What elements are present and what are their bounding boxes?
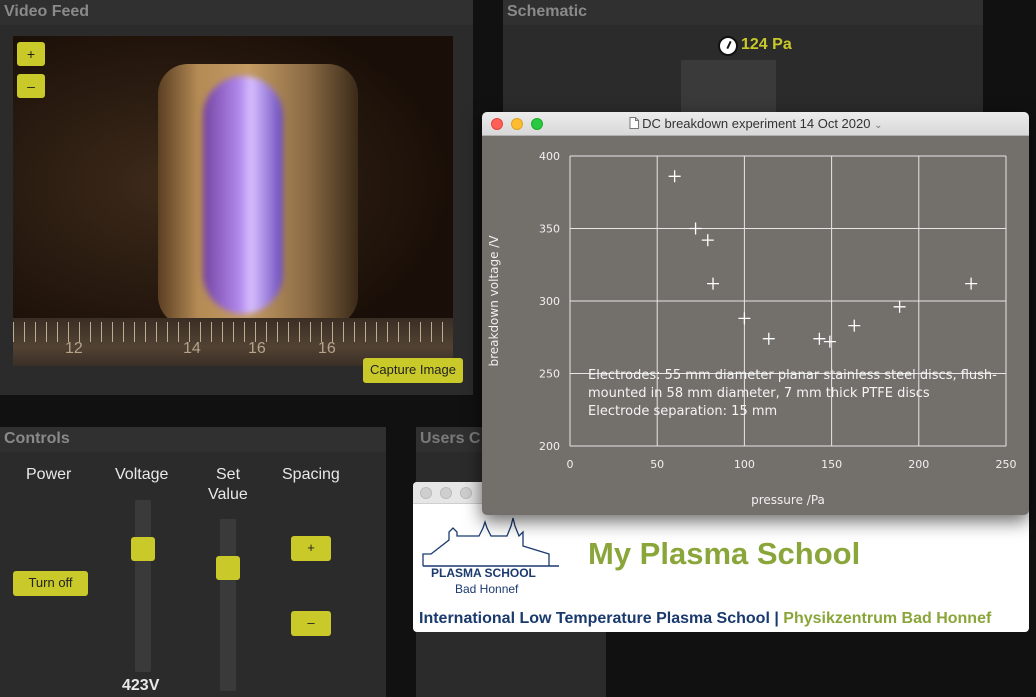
plot-window-title: DC breakdown experiment 14 Oct 2020 [642,116,871,131]
spacing-increase-button[interactable]: + [291,536,331,561]
set-value-label-line2: Value [208,486,248,503]
schematic-title: Schematic [503,0,983,25]
set-value-label-line1: Set [216,466,241,483]
x-tick-label: 150 [821,458,842,471]
capture-image-button[interactable]: Capture Image [363,358,463,383]
vacuum-chamber-shape [681,60,776,115]
ruler-label: 12 [65,340,83,357]
plot-window-titlebar[interactable]: DC breakdown experiment 14 Oct 2020 ⌄ [482,112,1029,136]
y-tick-label: 300 [539,295,560,308]
y-tick-label: 350 [539,223,560,236]
footer-institute-link[interactable]: Physikzentrum Bad Honnef [783,610,991,627]
data-point [689,222,702,235]
data-point [813,332,826,345]
ruler-label: 14 [183,340,201,357]
x-tick-label: 50 [650,458,664,471]
voltage-readout: 423V [122,677,160,694]
plasma-school-title: My Plasma School [588,536,861,571]
document-icon [629,117,639,129]
zoom-in-button[interactable]: + [17,42,45,66]
voltage-slider-thumb[interactable] [131,537,155,561]
x-tick-label: 100 [734,458,755,471]
y-axis-label: breakdown voltage /V [487,235,501,367]
plot-annotation-line: Electrodes: 55 mm diameter planar stainl… [588,368,997,383]
logo-name: PLASMA SCHOOL [431,566,536,580]
data-point [823,335,836,348]
x-tick-label: 200 [908,458,929,471]
pressure-gauge-icon [718,36,738,56]
voltage-label: Voltage [115,466,169,483]
voltage-slider-track[interactable] [131,500,155,672]
y-tick-label: 400 [539,150,560,163]
power-label: Power [26,466,72,483]
pressure-reading: 124 Pa [741,36,792,53]
school-building-icon [422,517,559,567]
ruler-label: 16 [318,340,336,357]
spacing-label: Spacing [282,466,340,483]
spacing-decrease-button[interactable]: – [291,611,331,636]
data-point [738,312,751,325]
plot-annotation-line: mounted in 58 mm diameter, 7 mm thick PT… [588,386,930,401]
y-tick-label: 200 [539,440,560,453]
plot-annotation-line: Electrode separation: 15 mm [588,404,777,419]
footer-school-link[interactable]: International Low Temperature Plasma Sch… [419,610,770,627]
logo-place: Bad Honnef [455,582,519,596]
x-tick-label: 0 [567,458,574,471]
controls-title: Controls [0,427,386,452]
data-point [893,300,906,313]
set-value-slider-thumb[interactable] [216,556,240,580]
x-axis-label: pressure /Pa [751,493,825,507]
video-feed-image: 12 14 16 16 + – [13,36,453,366]
data-point [848,319,861,332]
video-feed-title: Video Feed [0,0,473,25]
data-point [668,170,681,183]
plasma-school-footer: International Low Temperature Plasma Sch… [419,610,992,627]
data-point [762,332,775,345]
video-feed-panel: Video Feed 12 14 16 16 + – Capture Image [0,0,473,395]
close-icon[interactable] [420,487,432,499]
ruler-label: 16 [248,340,266,357]
x-tick-label: 250 [996,458,1017,471]
data-point [707,277,720,290]
zoom-out-button[interactable]: – [17,74,45,98]
breakdown-scatter-plot: 0 50 100 150 200 250 200 250 300 350 400 pressure /… [487,150,1017,507]
minimize-icon[interactable] [440,487,452,499]
zoom-icon[interactable] [460,487,472,499]
plasma-glow [203,76,283,314]
set-value-slider-track[interactable] [216,519,240,691]
chevron-down-icon[interactable]: ⌄ [874,120,882,131]
power-toggle-button[interactable]: Turn off [13,571,88,596]
plot-window: DC breakdown experiment 14 Oct 2020 ⌄ 0 5… [482,112,1029,515]
data-point [701,234,714,247]
data-point [965,277,978,290]
y-tick-label: 250 [539,368,560,381]
controls-panel: Controls Power Voltage Set Value Spacing… [0,427,386,697]
